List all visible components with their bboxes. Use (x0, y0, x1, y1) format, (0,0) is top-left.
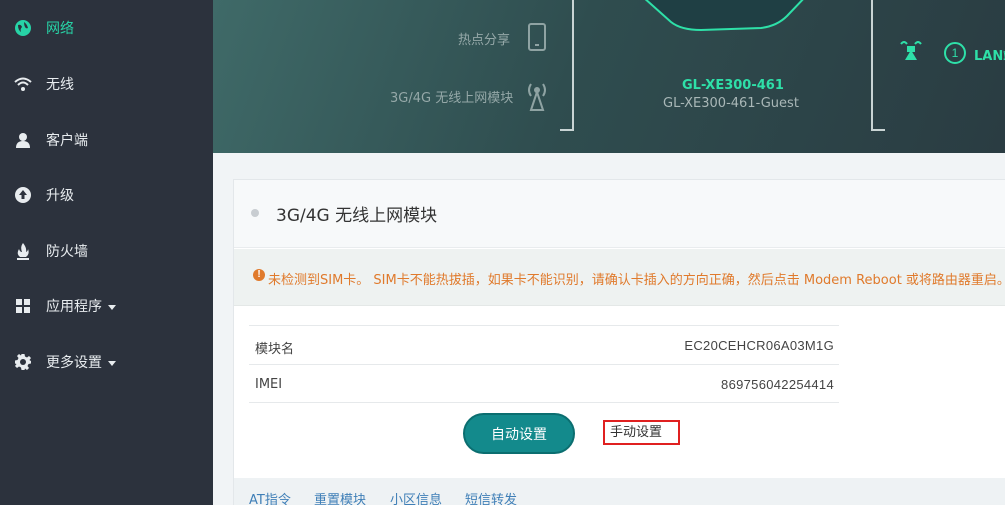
table-row: 模块名 EC20CEHCR06A03M1G (249, 325, 839, 364)
sidebar-item-applications[interactable]: 应用程序 (0, 286, 213, 326)
gear-icon (13, 352, 33, 372)
router-image (611, 0, 833, 34)
sidebar-item-label: 更多设置 (46, 352, 116, 372)
antenna-icon (525, 79, 549, 116)
sim-alert: ! 未检测到SIM卡。 SIM卡不能热拔插，如果卡不能识别，请确认卡插入的方向正… (234, 249, 1005, 306)
imei-value: 869756042254414 (721, 377, 834, 392)
modem-card: 3G/4G 无线上网模块 ! 未检测到SIM卡。 SIM卡不能热拔插，如果卡不能… (233, 179, 1005, 505)
caret-down-icon (108, 304, 116, 310)
sidebar-item-label: 应用程序 (46, 296, 116, 316)
sidebar-item-wireless[interactable]: 无线 (0, 64, 213, 104)
card-header: 3G/4G 无线上网模块 (234, 180, 1005, 248)
device-name: GL-XE300-461 (682, 78, 784, 93)
modem-module-label: 3G/4G 无线上网模块 (390, 91, 514, 106)
card-title: 3G/4G 无线上网模块 (276, 206, 438, 226)
caret-down-icon (108, 360, 116, 366)
sidebar-item-label: 防火墙 (46, 244, 88, 260)
fire-icon (13, 241, 33, 261)
card-footer: AT指令 重置模块 小区信息 短信转发 (234, 478, 1005, 505)
hotspot-share-label: 热点分享 (458, 33, 511, 48)
globe-icon (13, 18, 33, 38)
module-info-table: 模块名 EC20CEHCR06A03M1G IMEI 8697560422544… (249, 325, 839, 403)
lan-clients-icon (899, 38, 923, 67)
lan-count-badge: 1 (944, 42, 966, 64)
sidebar-item-firewall[interactable]: 防火墙 (0, 231, 213, 271)
manual-setup-link[interactable]: 手动设置 (603, 420, 680, 445)
topology-line (572, 0, 574, 130)
status-dot (251, 209, 259, 217)
sidebar-item-label: 网络 (46, 21, 74, 37)
network-topology-banner: 热点分享 3G/4G 无线上网模块 GL-XE300-461 GL-XE300-… (213, 0, 1005, 153)
at-command-link[interactable]: AT指令 (249, 489, 291, 505)
sidebar-item-upgrade[interactable]: 升级 (0, 175, 213, 215)
warning-icon: ! (253, 269, 265, 281)
module-name-value: EC20CEHCR06A03M1G (684, 338, 834, 353)
sidebar-item-label: 客户端 (46, 133, 88, 149)
sidebar-item-label: 无线 (46, 77, 74, 93)
sim-alert-text: 未检测到SIM卡。 SIM卡不能热拔插，如果卡不能识别，请确认卡插入的方向正确，… (268, 273, 1005, 288)
wifi-icon (13, 74, 33, 94)
sidebar-item-label: 升级 (46, 188, 74, 204)
sidebar-item-more-settings[interactable]: 更多设置 (0, 342, 213, 382)
topology-line (560, 129, 574, 131)
device-guest-name: GL-XE300-461-Guest (663, 96, 799, 111)
grid-icon (13, 296, 33, 316)
sidebar-item-clients[interactable]: 客户端 (0, 120, 213, 160)
sidebar: 网络 无线 客户端 升级 防火墙 应用程序 更多设置 (0, 0, 213, 505)
auto-setup-button[interactable]: 自动设置 (463, 413, 575, 454)
sms-forward-link[interactable]: 短信转发 (465, 489, 517, 505)
topology-line (871, 0, 873, 130)
lan-label[interactable]: LAN端 (974, 45, 1005, 64)
user-icon (13, 130, 33, 150)
imei-label: IMEI (255, 377, 283, 392)
phone-icon (527, 23, 547, 56)
topology-line (871, 129, 885, 131)
upgrade-icon (13, 185, 33, 205)
table-row: IMEI 869756042254414 (249, 364, 839, 403)
cell-info-link[interactable]: 小区信息 (390, 489, 442, 505)
sidebar-item-network[interactable]: 网络 (0, 8, 213, 48)
reset-module-link[interactable]: 重置模块 (314, 489, 366, 505)
module-name-label: 模块名 (255, 342, 295, 357)
